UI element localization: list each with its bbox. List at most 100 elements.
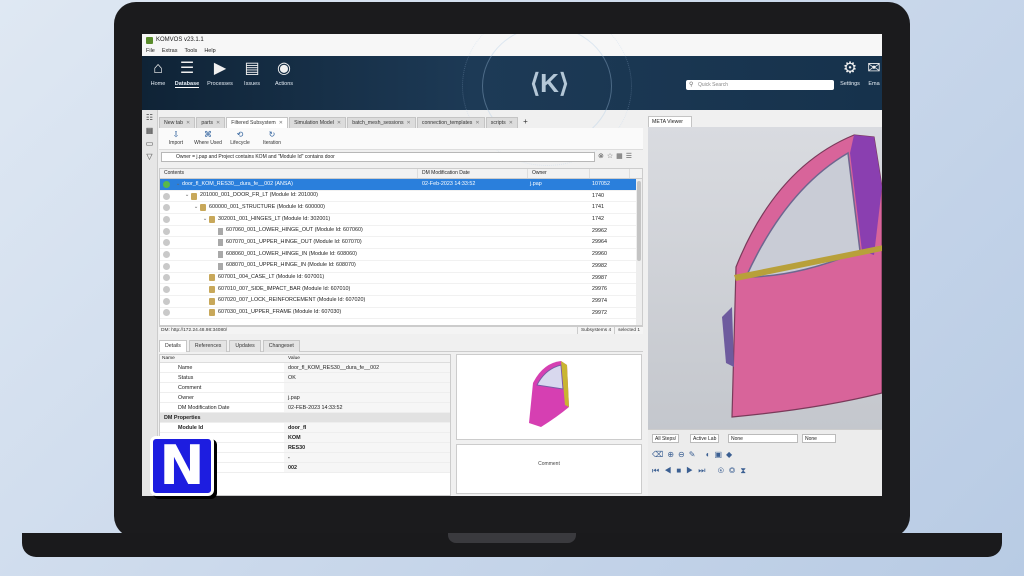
filter-buttons[interactable]: ⊗☆▦☰ <box>598 152 642 162</box>
viewer-nav-icons[interactable]: ⌫⊕⊖✎ ◐▣◆ <box>652 450 736 459</box>
tab-references[interactable]: References <box>188 340 228 352</box>
header-dm-date[interactable]: DM Modification Date <box>418 169 528 178</box>
expand-arrow-icon[interactable]: ⌄ <box>201 214 209 225</box>
komvos-logo: ⟨K⟩ <box>530 68 570 98</box>
close-icon[interactable]: ✕ <box>407 120 411 126</box>
property-value[interactable]: KOM <box>284 433 450 442</box>
menu-tools[interactable]: Tools <box>184 48 197 54</box>
add-tab-button[interactable]: + <box>519 117 532 128</box>
comment-box[interactable]: Comment <box>456 444 642 494</box>
property-key: Comment <box>178 385 202 391</box>
table-row[interactable]: ⌄ 600000_001_STRUCTURE (Module Id: 600000… <box>160 202 642 215</box>
tab-scripts[interactable]: scripts ✕ <box>485 117 519 128</box>
property-value[interactable] <box>284 383 450 392</box>
where-used-button[interactable]: ⌘ Where Used <box>194 128 222 149</box>
table-row[interactable]: 607001_004_CASE_LT (Module Id: 607001) 29… <box>160 273 642 285</box>
close-icon[interactable]: ✕ <box>279 120 283 126</box>
folder-side-icon[interactable]: ▭ <box>145 139 155 149</box>
expand-arrow-icon[interactable]: ⌄ <box>174 179 182 190</box>
expand-arrow-icon[interactable]: ⌄ <box>192 202 200 213</box>
iteration-button[interactable]: ↻ Iteration <box>258 128 286 149</box>
close-icon[interactable]: ✕ <box>186 120 190 126</box>
row-id: 1740 <box>592 192 604 199</box>
meta-viewer-tab[interactable]: META Viewer <box>648 116 692 127</box>
playback-controls[interactable]: ⏮◀■▶⏭ ⊛◎⧗ <box>652 466 751 476</box>
tab-batch-mesh-sessions[interactable]: batch_mesh_sessions ✕ <box>347 117 416 128</box>
menu-help[interactable]: Help <box>204 48 215 54</box>
property-row[interactable]: Comment <box>160 383 450 393</box>
property-value[interactable]: 002 <box>284 463 450 472</box>
table-row[interactable]: ⌄ 201000_001_DOOR_FR_LT (Module Id: 20100… <box>160 191 642 203</box>
table-row[interactable]: 607030_001_UPPER_FRAME (Module Id: 60703… <box>160 308 642 320</box>
ribbon-actions-button[interactable]: ◉ Actions <box>270 60 298 87</box>
table-row[interactable]: ⌄ 302001_001_HINGES_LT (Module Id: 302001… <box>160 214 642 226</box>
property-value[interactable]: OK <box>284 373 450 382</box>
tab-details[interactable]: Details <box>159 340 187 352</box>
row-name: 607070_001_UPPER_HINGE_OUT (Module Id: 6… <box>226 238 362 245</box>
status-dot-icon <box>163 286 170 294</box>
property-row[interactable]: DM Modification Date 02-FEB-2023 14:33:52 <box>160 403 450 413</box>
menu-extras[interactable]: Extras <box>162 48 178 54</box>
table-row[interactable]: 607060_001_LOWER_HINGE_OUT (Module Id: 6… <box>160 226 642 238</box>
property-row[interactable]: Status OK <box>160 373 450 383</box>
filter-input[interactable]: Owner = j.pap and Project contains KOM a… <box>161 152 595 162</box>
ribbon-database-button[interactable]: ☰ Database <box>173 60 201 88</box>
property-value[interactable]: - <box>284 453 450 462</box>
close-icon[interactable]: ✕ <box>475 120 479 126</box>
tab-connection-templates[interactable]: connection_templates ✕ <box>416 117 485 128</box>
door-thumbnail-graphic <box>529 361 569 427</box>
status-dot-icon <box>163 274 170 282</box>
table-scrollbar[interactable] <box>636 179 642 325</box>
tree-side-icon[interactable]: ▦ <box>145 126 155 136</box>
table-row[interactable]: ⌄ door_fl_KOM_RES30__dura_fe__002 (ANSA) 0… <box>160 179 642 191</box>
lifecycle-button[interactable]: ⟲ Lifecycle <box>226 128 254 149</box>
meta-viewer[interactable] <box>648 127 882 429</box>
tab-updates[interactable]: Updates <box>229 340 261 352</box>
dm-properties-section[interactable]: DM Properties <box>160 413 450 423</box>
database-side-icon[interactable]: ☷ <box>145 113 155 123</box>
tab-simulation-model[interactable]: Simulation Model ✕ <box>289 117 347 128</box>
actions-icon: ◉ <box>277 60 291 77</box>
steps-select[interactable]: All Steps/ <box>652 434 680 443</box>
menu-file[interactable]: File <box>146 48 155 54</box>
property-value[interactable]: RES30 <box>284 443 450 452</box>
ribbon-processes-button[interactable]: ▶ Processes <box>206 60 234 87</box>
property-row[interactable]: Owner j.pap <box>160 393 450 403</box>
table-row[interactable]: 607010_007_SIDE_IMPACT_BAR (Module Id: 6… <box>160 284 642 296</box>
header-owner[interactable]: Owner <box>528 169 590 178</box>
table-row[interactable]: 608070_001_UPPER_HINGE_IN (Module Id: 60… <box>160 261 642 273</box>
table-row[interactable]: 608060_001_LOWER_HINGE_IN (Module Id: 60… <box>160 249 642 261</box>
property-row[interactable]: Name door_fl_KOM_RES30__dura_fe__002 <box>160 363 450 373</box>
ribbon-home-button[interactable]: ⌂ Home <box>144 60 172 87</box>
close-icon[interactable]: ✕ <box>337 120 341 126</box>
active-label-select[interactable]: Active Lab <box>690 434 720 443</box>
none-select-1[interactable]: None <box>728 434 798 443</box>
quick-search-input[interactable]: Quick Search <box>686 80 834 90</box>
property-value[interactable]: j.pap <box>284 393 450 402</box>
close-icon[interactable]: ✕ <box>216 120 220 126</box>
table-row[interactable]: 607020_007_LOCK_REINFORCEMENT (Module Id… <box>160 296 642 308</box>
none-select-2[interactable]: None <box>802 434 836 443</box>
header-contents[interactable]: Contents <box>160 169 418 178</box>
ribbon-issues-button[interactable]: ▤ Issues <box>238 60 266 87</box>
tab-new[interactable]: New tab ✕ <box>159 117 196 128</box>
tab-changeset[interactable]: Changeset <box>262 340 300 352</box>
property-value[interactable]: door_fl_KOM_RES30__dura_fe__002 <box>284 363 450 372</box>
filter-side-icon[interactable]: ▽ <box>145 152 155 162</box>
property-value[interactable]: door_fl <box>284 423 450 432</box>
property-row[interactable]: Module Id door_fl <box>160 423 450 433</box>
import-button[interactable]: ⇩ Import <box>162 128 190 149</box>
close-icon[interactable]: ✕ <box>509 120 513 126</box>
header-id[interactable] <box>590 169 630 178</box>
table-row[interactable]: 607070_001_UPPER_HINGE_OUT (Module Id: 6… <box>160 237 642 250</box>
property-value[interactable]: 02-FEB-2023 14:33:52 <box>284 403 450 412</box>
row-date <box>418 191 528 202</box>
properties-header: Name Value <box>160 355 450 363</box>
tab-parts[interactable]: parts ✕ <box>196 117 226 128</box>
tab-filtered-subsystem[interactable]: Filtered Subsystem ✕ <box>226 117 289 128</box>
app-window: KOMVOS v23.1.1 File Extras Tools Help ⟨K… <box>142 34 882 496</box>
email-button[interactable]: ✉ Ema <box>864 60 882 87</box>
scroll-thumb[interactable] <box>637 181 641 261</box>
expand-arrow-icon[interactable]: ⌄ <box>183 191 191 202</box>
settings-button[interactable]: ⚙ Settings <box>836 60 864 87</box>
